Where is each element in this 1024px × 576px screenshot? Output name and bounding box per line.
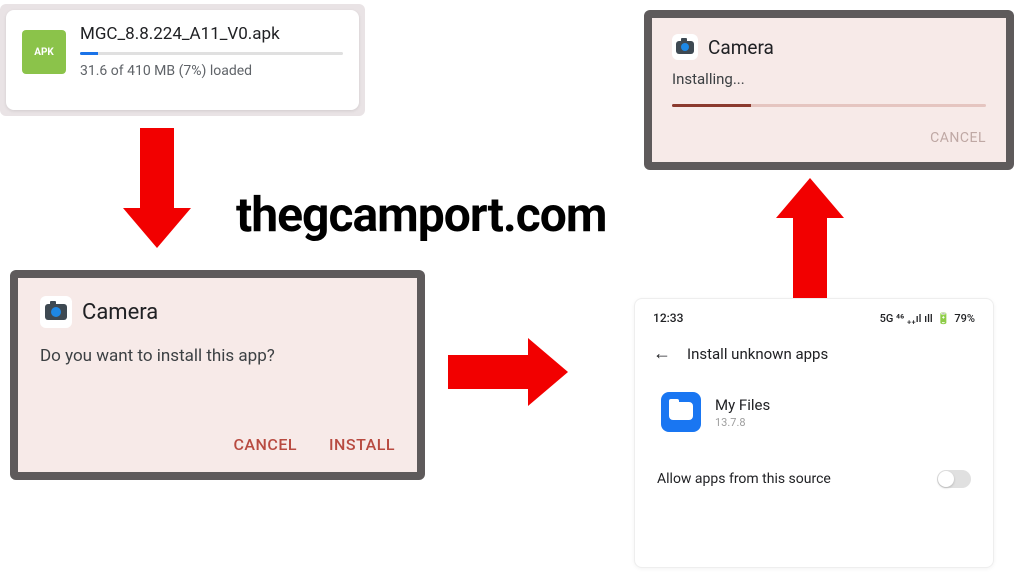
installing-app-name: Camera	[708, 36, 774, 59]
camera-icon	[672, 34, 698, 60]
status-bar: 12:33 5G ⁴⁶ ₊₊ıl ıll 🔋 79%	[653, 311, 975, 325]
download-progress-bar	[80, 52, 343, 55]
back-arrow-icon[interactable]: ←	[653, 343, 671, 364]
download-filename: MGC_8.8.224_A11_V0.apk	[80, 24, 343, 44]
installing-app-header: Camera	[672, 34, 986, 60]
download-card: APK MGC_8.8.224_A11_V0.apk 31.6 of 410 M…	[6, 10, 359, 110]
network-icons: 5G ⁴⁶ ₊₊ıl ıll	[880, 312, 933, 325]
watermark-text: thegcamport.com	[236, 186, 606, 243]
allow-toggle-label: Allow apps from this source	[657, 471, 831, 487]
unknown-apps-panel: 12:33 5G ⁴⁶ ₊₊ıl ıll 🔋 79% ← Install unk…	[634, 298, 994, 568]
download-status-text: 31.6 of 410 MB (7%) loaded	[80, 63, 343, 79]
download-panel: APK MGC_8.8.224_A11_V0.apk 31.6 of 410 M…	[0, 4, 365, 116]
status-right: 5G ⁴⁶ ₊₊ıl ıll 🔋 79%	[880, 311, 975, 325]
installing-progress-bar	[672, 104, 986, 107]
source-app-text: My Files 13.7.8	[715, 396, 770, 429]
install-prompt-dialog: Camera Do you want to install this app? …	[18, 278, 417, 472]
download-info: MGC_8.8.224_A11_V0.apk 31.6 of 410 MB (7…	[80, 24, 343, 79]
installing-panel: Camera Installing... CANCEL	[644, 10, 1014, 170]
camera-icon	[40, 296, 72, 328]
battery-icon: 🔋	[937, 312, 951, 325]
source-app-version: 13.7.8	[715, 416, 770, 429]
installing-progress-fill	[672, 104, 751, 107]
installing-cancel-button[interactable]: CANCEL	[672, 130, 986, 146]
settings-header: ← Install unknown apps	[653, 343, 975, 364]
install-app-name: Camera	[82, 300, 158, 325]
source-app-name: My Files	[715, 396, 770, 414]
installing-dialog: Camera Installing... CANCEL	[652, 18, 1006, 162]
download-progress-fill	[80, 52, 98, 55]
folder-icon	[661, 392, 701, 432]
apk-icon: APK	[22, 30, 66, 74]
install-prompt-panel: Camera Do you want to install this app? …	[10, 270, 425, 480]
install-button-row: CANCEL INSTALL	[40, 415, 395, 454]
install-question-text: Do you want to install this app?	[40, 346, 395, 366]
settings-page-title: Install unknown apps	[687, 345, 828, 363]
allow-toggle[interactable]	[937, 470, 971, 488]
apk-icon-label: APK	[34, 47, 54, 58]
installing-status-text: Installing...	[672, 70, 986, 88]
source-app-info: My Files 13.7.8	[653, 392, 975, 432]
allow-toggle-row: Allow apps from this source	[653, 462, 975, 496]
battery-pct: 79%	[954, 312, 975, 325]
cancel-button[interactable]: CANCEL	[233, 435, 297, 454]
install-button[interactable]: INSTALL	[329, 435, 395, 454]
install-app-header: Camera	[40, 296, 395, 328]
status-time: 12:33	[653, 311, 683, 325]
